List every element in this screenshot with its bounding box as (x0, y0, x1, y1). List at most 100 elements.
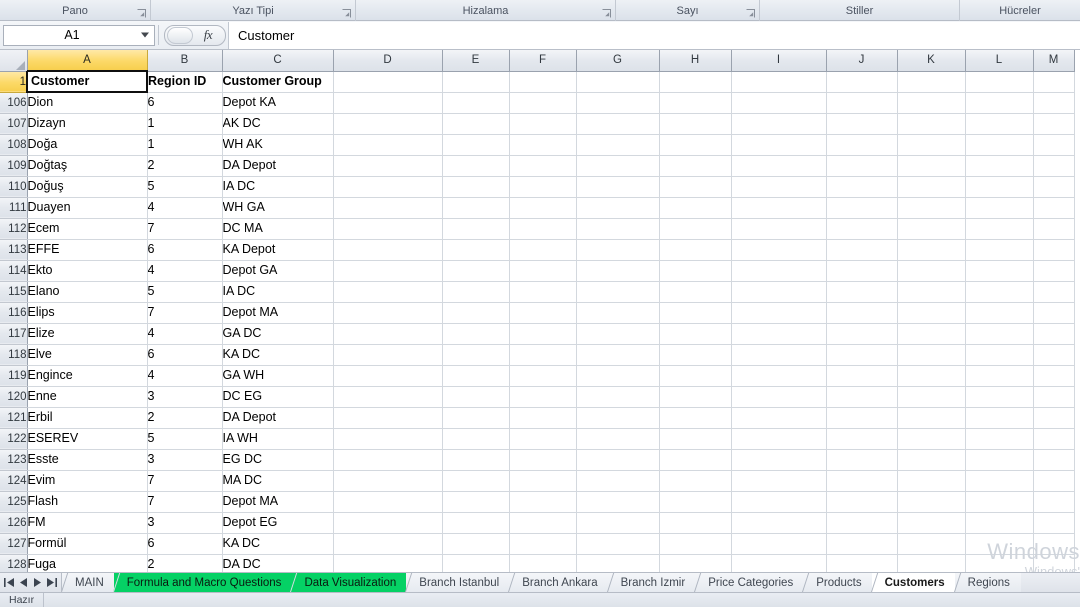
table-cell[interactable] (333, 302, 443, 324)
table-cell[interactable] (731, 386, 827, 408)
table-cell[interactable] (897, 113, 966, 135)
table-cell[interactable] (509, 134, 577, 156)
table-cell[interactable] (509, 239, 577, 261)
table-cell[interactable]: Duayen (27, 197, 148, 219)
table-cell[interactable] (659, 281, 732, 303)
table-cell[interactable] (442, 470, 510, 492)
table-cell[interactable] (442, 533, 510, 555)
table-cell[interactable] (897, 470, 966, 492)
table-cell[interactable] (731, 512, 827, 534)
table-cell[interactable] (965, 239, 1034, 261)
table-cell[interactable] (333, 470, 443, 492)
chevron-down-icon[interactable] (141, 32, 149, 38)
table-cell[interactable] (965, 302, 1034, 324)
row-header-123[interactable]: 123 (0, 449, 28, 471)
table-cell[interactable] (1033, 449, 1075, 471)
table-cell[interactable] (576, 260, 660, 282)
table-cell[interactable] (731, 407, 827, 429)
table-cell[interactable] (333, 92, 443, 114)
previous-sheet-icon[interactable] (16, 575, 30, 591)
table-cell[interactable] (509, 155, 577, 177)
table-cell[interactable] (659, 113, 732, 135)
cancel-enter-pill-icon[interactable] (167, 26, 193, 44)
table-cell[interactable]: DA DC (222, 554, 334, 572)
table-cell[interactable]: KA DC (222, 344, 334, 366)
table-cell[interactable] (576, 533, 660, 555)
table-cell[interactable] (442, 428, 510, 450)
table-cell[interactable] (576, 134, 660, 156)
table-cell[interactable] (965, 260, 1034, 282)
table-cell[interactable] (333, 386, 443, 408)
table-cell[interactable] (333, 260, 443, 282)
table-cell[interactable] (509, 302, 577, 324)
table-cell[interactable]: Depot GA (222, 260, 334, 282)
table-cell[interactable] (576, 386, 660, 408)
table-cell[interactable] (897, 449, 966, 471)
table-cell[interactable]: 5 (147, 428, 223, 450)
table-cell[interactable] (659, 176, 732, 198)
table-cell[interactable] (576, 470, 660, 492)
table-cell[interactable] (826, 323, 898, 345)
column-header-H[interactable]: H (659, 50, 732, 72)
table-cell[interactable] (442, 218, 510, 240)
sheet-tab-branch-izmir[interactable]: Branch Izmir (607, 573, 697, 592)
row-header-124[interactable]: 124 (0, 470, 28, 492)
table-cell[interactable]: Elve (27, 344, 148, 366)
table-cell[interactable] (509, 428, 577, 450)
table-cell[interactable] (897, 491, 966, 513)
table-cell[interactable] (897, 428, 966, 450)
table-cell[interactable] (731, 281, 827, 303)
table-cell[interactable]: KA Depot (222, 239, 334, 261)
table-cell[interactable] (659, 134, 732, 156)
column-header-C[interactable]: C (222, 50, 334, 72)
table-cell[interactable] (576, 428, 660, 450)
table-cell[interactable] (731, 218, 827, 240)
table-cell[interactable] (965, 533, 1034, 555)
table-cell[interactable] (576, 239, 660, 261)
table-cell[interactable] (965, 554, 1034, 572)
table-cell[interactable]: Depot EG (222, 512, 334, 534)
table-cell[interactable] (731, 92, 827, 114)
table-cell[interactable] (897, 218, 966, 240)
table-cell[interactable] (826, 302, 898, 324)
table-cell[interactable]: Engince (27, 365, 148, 387)
last-sheet-icon[interactable] (44, 575, 58, 591)
table-cell[interactable] (659, 365, 732, 387)
table-cell[interactable] (333, 134, 443, 156)
table-cell[interactable] (333, 554, 443, 572)
table-cell[interactable]: Dion (27, 92, 148, 114)
table-cell[interactable] (731, 491, 827, 513)
table-cell[interactable] (442, 554, 510, 572)
row-header-110[interactable]: 110 (0, 176, 28, 198)
table-cell[interactable] (442, 407, 510, 429)
table-cell[interactable] (731, 155, 827, 177)
table-cell[interactable] (442, 491, 510, 513)
table-cell[interactable] (509, 470, 577, 492)
table-cell[interactable] (659, 491, 732, 513)
table-cell[interactable]: GA DC (222, 323, 334, 345)
table-cell[interactable] (659, 323, 732, 345)
table-cell[interactable] (965, 218, 1034, 240)
table-cell[interactable] (509, 365, 577, 387)
table-cell[interactable] (659, 155, 732, 177)
table-cell[interactable] (659, 92, 732, 114)
table-cell[interactable] (659, 407, 732, 429)
table-cell[interactable] (826, 344, 898, 366)
table-cell[interactable] (731, 176, 827, 198)
first-sheet-icon[interactable] (2, 575, 16, 591)
sheet-tab-branch-ankara[interactable]: Branch Ankara (509, 573, 609, 592)
table-cell[interactable] (576, 449, 660, 471)
column-header-E[interactable]: E (442, 50, 510, 72)
table-cell[interactable] (1033, 176, 1075, 198)
table-cell[interactable] (897, 512, 966, 534)
row-header-122[interactable]: 122 (0, 428, 28, 450)
table-cell[interactable] (1033, 386, 1075, 408)
table-cell[interactable] (965, 281, 1034, 303)
table-cell[interactable] (826, 281, 898, 303)
table-cell[interactable] (826, 176, 898, 198)
table-cell[interactable] (897, 155, 966, 177)
table-cell[interactable] (576, 155, 660, 177)
active-cell[interactable]: Customer (26, 70, 148, 93)
dialog-launcher-icon[interactable] (602, 9, 611, 18)
table-cell[interactable]: Flash (27, 491, 148, 513)
